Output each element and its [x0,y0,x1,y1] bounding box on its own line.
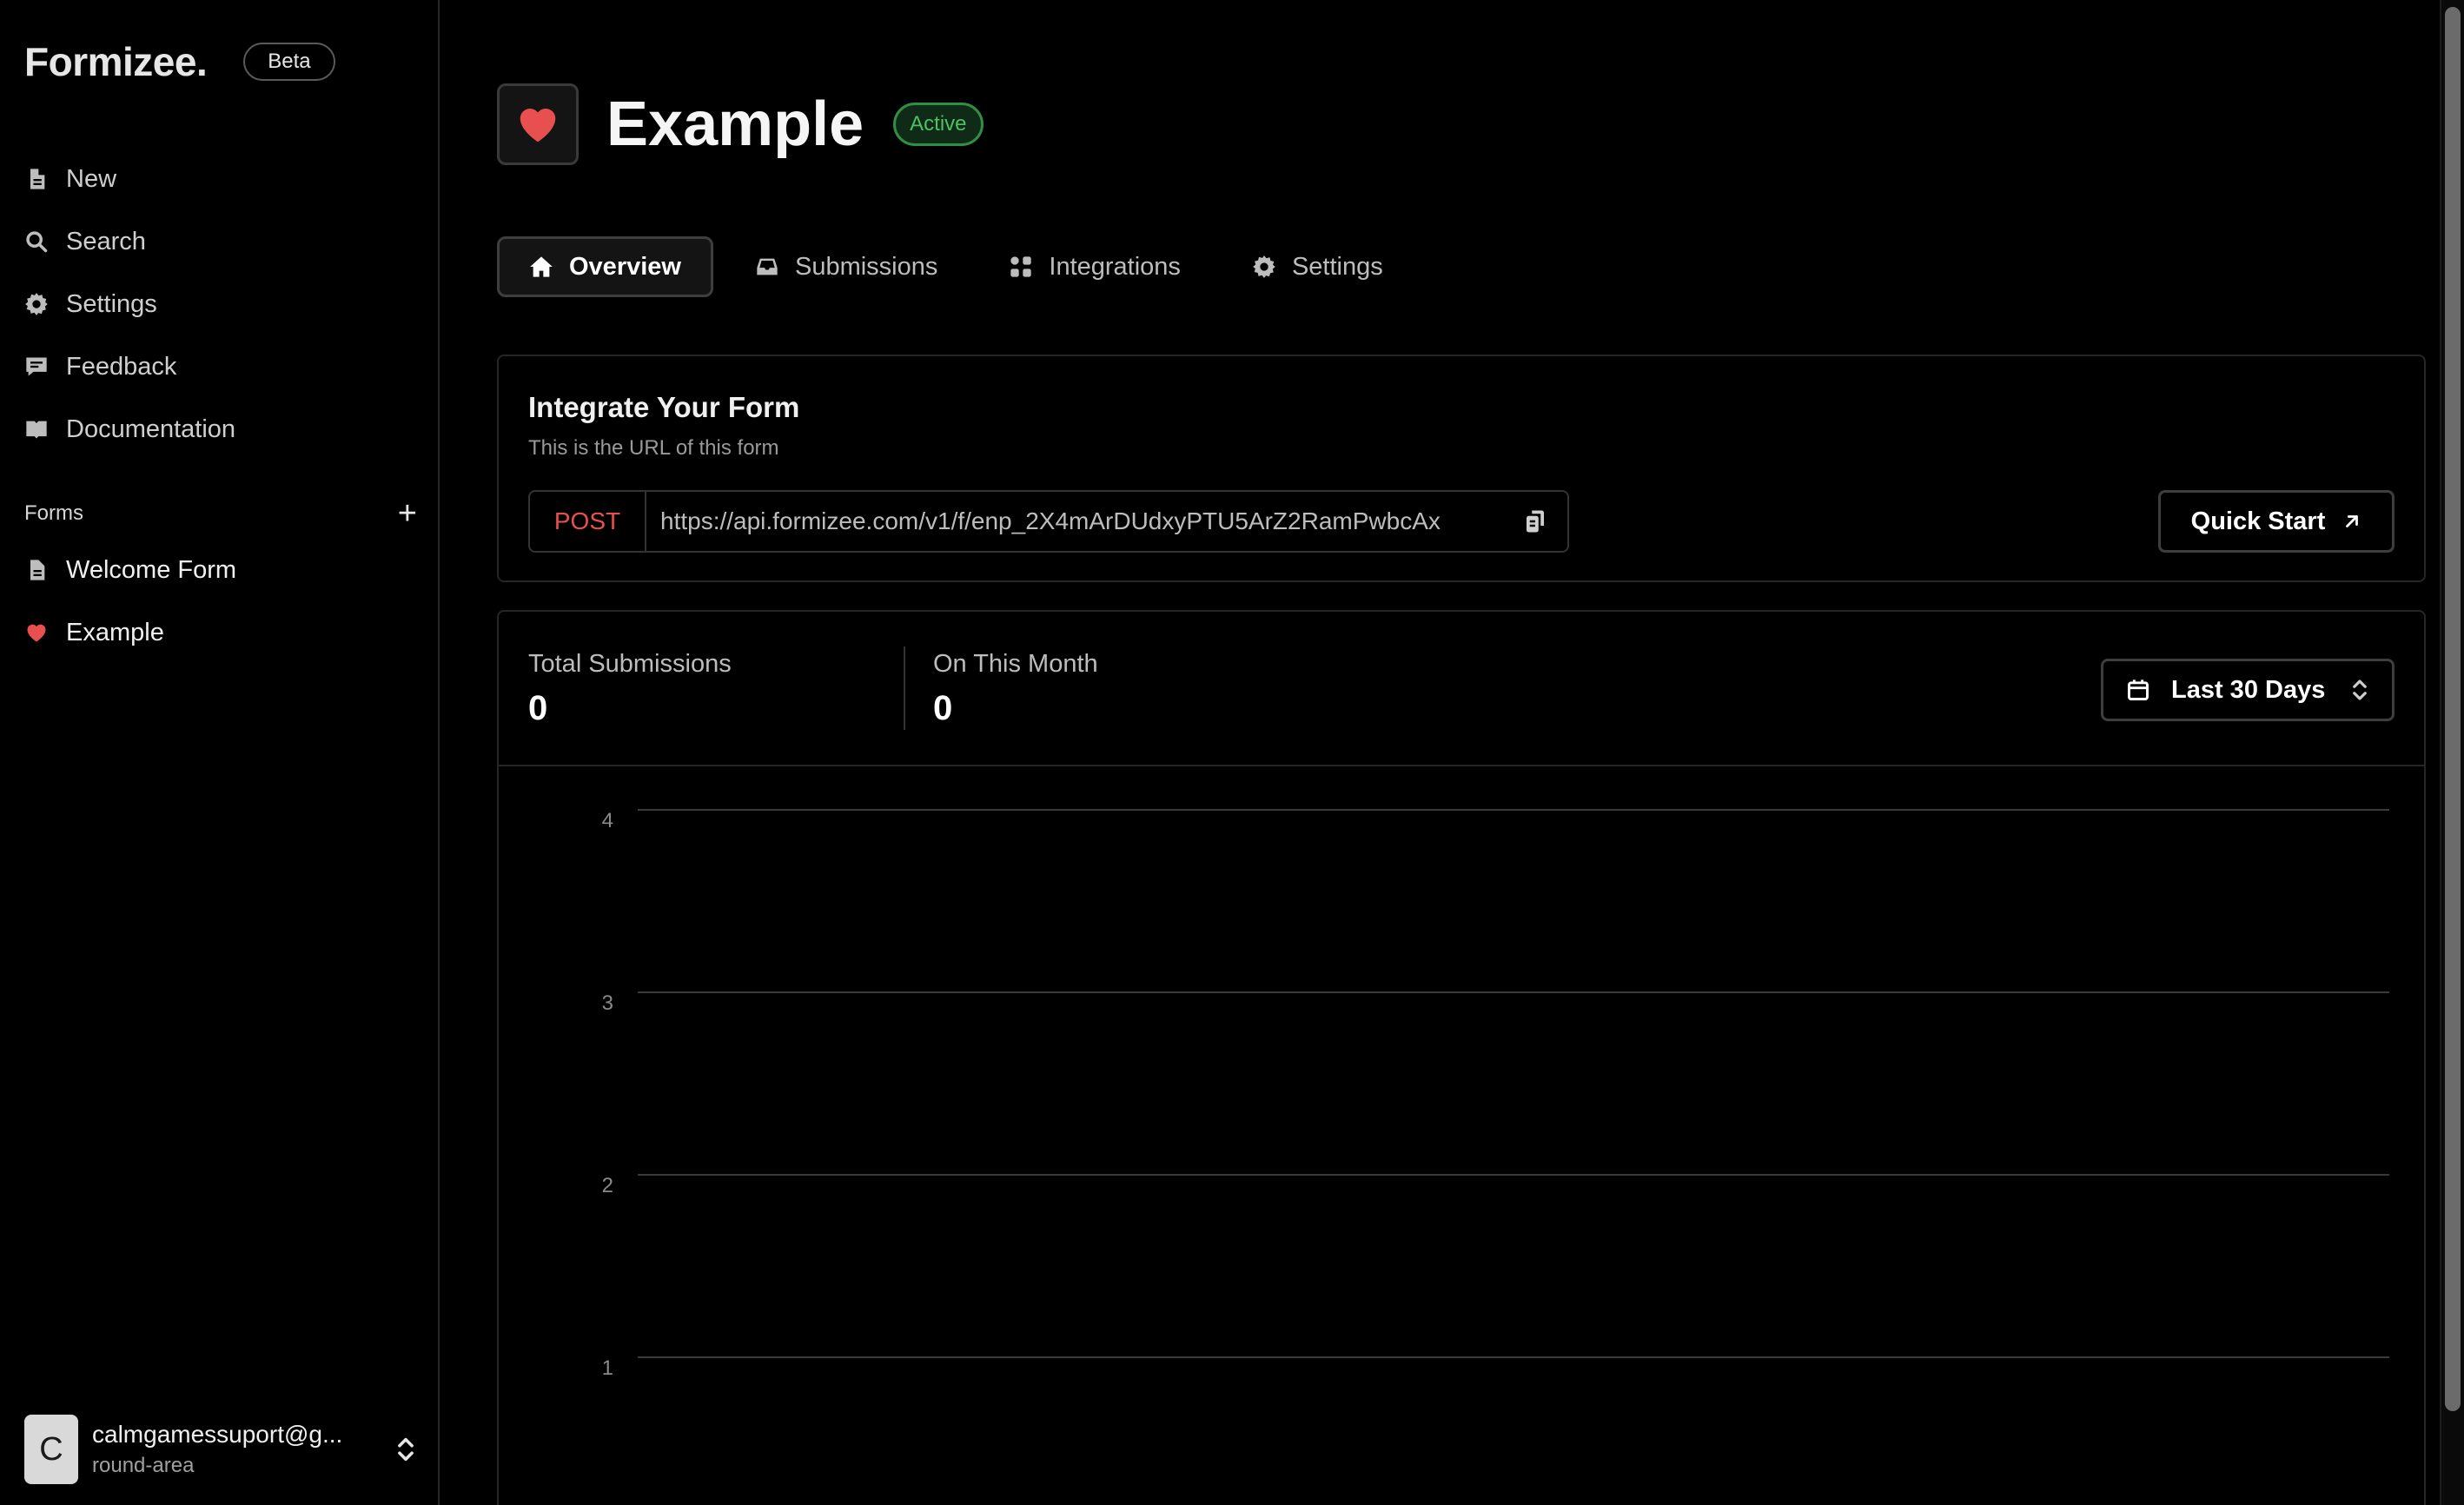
tab-submissions[interactable]: Submissions [725,236,967,297]
sidebar-item-label: Search [66,227,146,255]
document-icon [30,169,45,189]
calendar-icon [2128,680,2149,700]
submissions-chart: 4 3 2 1 [602,809,2389,1380]
integrate-card: Integrate Your Form This is the URL of t… [497,355,2426,582]
sidebar-form-welcome[interactable]: Welcome Form [24,539,236,601]
stats-row: Total Submissions 0 On This Month 0 Last… [499,612,2424,766]
tab-settings[interactable]: Settings [1222,236,1413,297]
stat-month-value: 0 [933,689,953,727]
http-method: POST [530,492,646,551]
beta-badge: Beta [243,43,335,81]
chat-icon [26,357,47,376]
sidebar-item-label: Settings [66,289,157,318]
search-icon [26,231,48,253]
quick-start-label: Quick Start [2190,507,2326,535]
endpoint-url-field[interactable]: POST https://api.formizee.com/v1/f/enp_2… [528,490,1569,553]
scrollbar-thumb[interactable] [2445,7,2461,1411]
gear-icon [1253,255,1275,278]
chart-y-tick-label: 2 [602,1174,613,1197]
stat-month-label: On This Month [933,650,1098,678]
home-icon [530,256,553,277]
heart-icon [27,624,46,642]
sidebar-item-search[interactable]: Search [24,210,235,273]
grid-icon [1010,256,1032,277]
status-badge: Active [893,103,984,146]
inbox-icon [757,258,778,275]
document-icon [30,560,45,580]
forms-section-header: Forms + [24,497,417,530]
forms-section-title: Forms [24,501,83,525]
tab-label: Submissions [794,252,938,281]
stat-total: Total Submissions 0 [528,650,732,728]
user-email: calmgamessuport@g... [92,1421,343,1448]
chart-y-tick-label: 4 [602,809,613,832]
stat-month: On This Month 0 [933,650,1098,728]
brand-logo[interactable]: Formizee. [24,38,208,85]
chevron-up-down-icon[interactable] [394,1435,417,1464]
sidebar-item-new[interactable]: New [24,148,235,210]
stat-divider [904,646,905,730]
date-range-select[interactable]: Last 30 Days [2101,659,2394,721]
chart-y-tick-label: 1 [602,1356,613,1380]
sidebar-item-label: Documentation [66,414,236,443]
integrate-title: Integrate Your Form [528,391,800,423]
chevron-up-down-icon [2353,680,2367,700]
brand: Formizee. Beta [24,38,335,85]
copy-icon[interactable] [1522,508,1548,534]
stat-total-value: 0 [528,689,548,727]
sidebar: Formizee. Beta New Search Settings Feedb… [0,0,440,1505]
sidebar-item-documentation[interactable]: Documentation [24,398,235,461]
scrollbar-track[interactable] [2440,0,2464,1505]
sidebar-form-label: Welcome Form [66,555,237,584]
integrate-subtitle: This is the URL of this form [528,436,779,460]
submissions-stats-card: Total Submissions 0 On This Month 0 Last… [497,610,2426,1505]
sidebar-form-example[interactable]: Example [24,601,236,664]
form-icon-button[interactable] [497,83,579,165]
tab-label: Integrations [1049,252,1181,281]
user-info: calmgamessuport@g... round-area [92,1421,394,1478]
tab-integrations[interactable]: Integrations [979,236,1210,297]
chart-y-tick-label: 3 [602,991,613,1015]
page-header: Example Active [497,83,984,165]
user-team: round-area [92,1454,195,1477]
forms-list: Welcome Form Example [24,539,236,664]
sidebar-nav: New Search Settings Feedback Documentati… [24,148,235,461]
tab-label: Overview [569,252,681,281]
sidebar-item-label: Feedback [66,352,177,381]
book-icon [26,421,47,439]
add-form-button[interactable]: + [398,497,417,530]
tab-overview[interactable]: Overview [497,236,713,297]
stat-total-label: Total Submissions [528,650,732,678]
user-menu[interactable]: C calmgamessuport@g... round-area [24,1415,417,1484]
gear-icon [25,293,48,315]
quick-start-button[interactable]: Quick Start [2158,490,2394,553]
sidebar-item-settings[interactable]: Settings [24,273,235,335]
page-title: Example [606,90,864,159]
tab-label: Settings [1291,252,1383,281]
sidebar-form-label: Example [66,618,164,646]
heart-icon [520,109,556,143]
sidebar-item-label: New [66,164,117,193]
tabs: Overview Submissions Integrations Settin… [497,236,1425,297]
arrow-up-right-icon [2346,515,2359,527]
sidebar-item-feedback[interactable]: Feedback [24,335,235,398]
avatar: C [24,1415,78,1484]
endpoint-url[interactable]: https://api.formizee.com/v1/f/enp_2X4mAr… [660,507,1522,535]
date-range-label: Last 30 Days [2171,675,2326,704]
